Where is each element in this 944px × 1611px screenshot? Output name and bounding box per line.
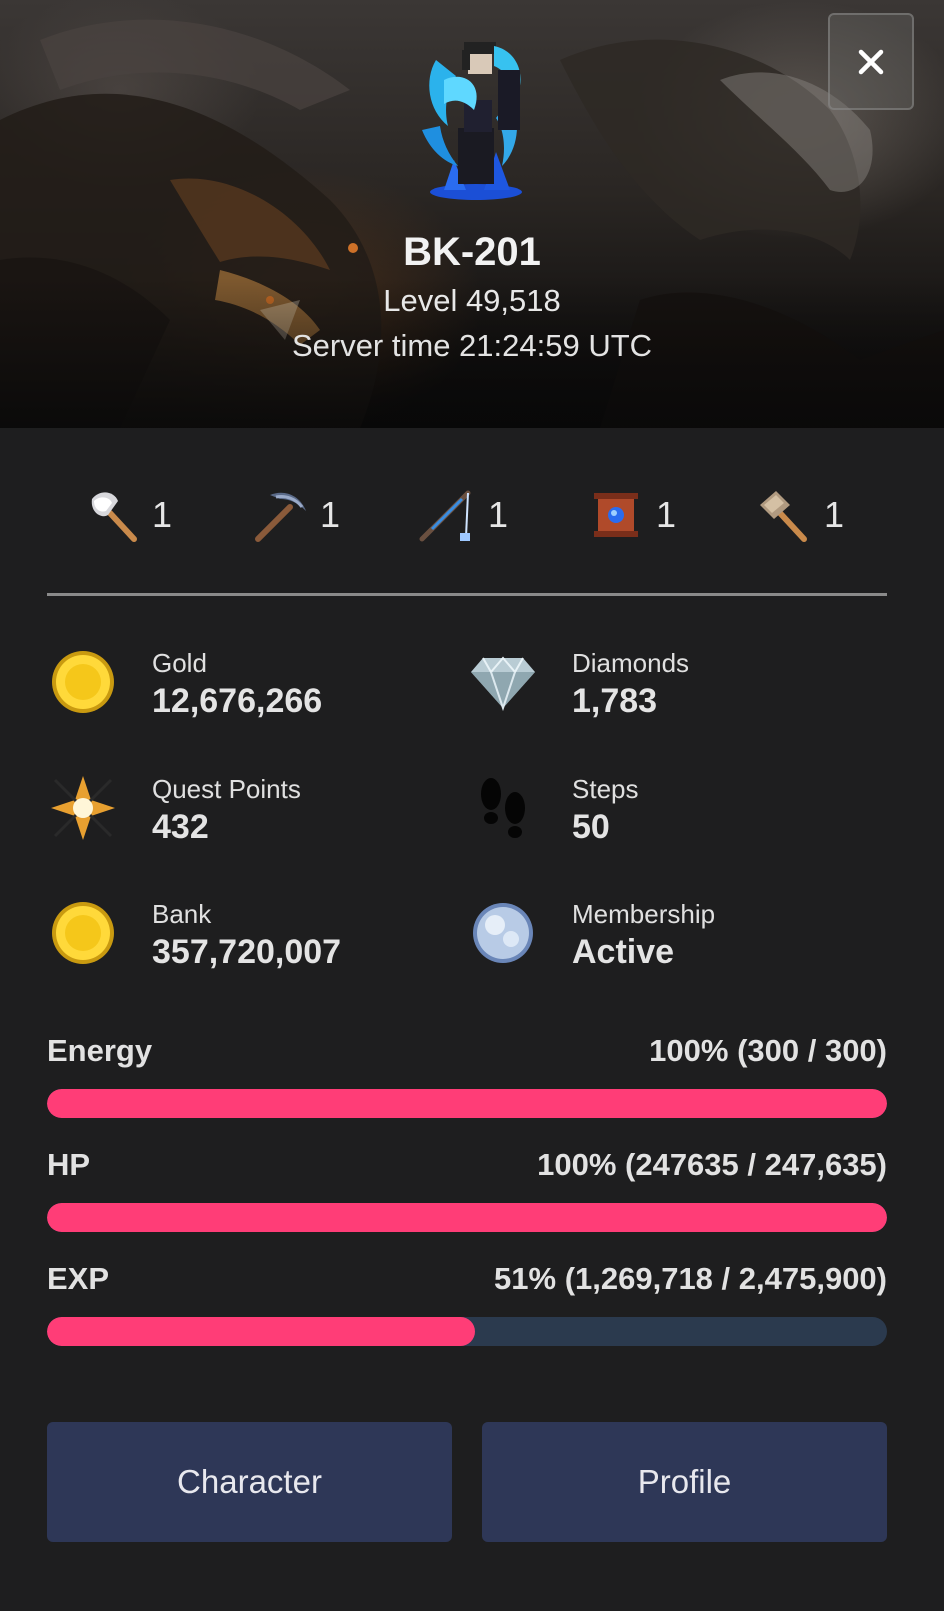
stat-value: 50 [572, 808, 610, 846]
tool-fishing-rod[interactable]: 1 [418, 480, 508, 550]
tool-axe[interactable]: 1 [82, 480, 172, 550]
gold-coin-icon [52, 651, 114, 713]
hammer-icon [760, 491, 807, 542]
character-panel: BK-201 Level 49,518 Server time 21:24:59… [0, 0, 944, 1611]
header-banner: BK-201 Level 49,518 Server time 21:24:59… [0, 0, 944, 428]
character-name: BK-201 [403, 230, 541, 274]
tool-count: 1 [488, 494, 509, 535]
stat-label: Membership [572, 899, 716, 929]
bar-label: HP [47, 1147, 91, 1182]
footprints-icon [481, 778, 525, 838]
tool-count: 1 [656, 494, 677, 535]
stat-value: 432 [152, 808, 209, 846]
stat-label: Bank [152, 899, 212, 929]
fishing-rod-icon [419, 490, 471, 542]
scroll-icon [594, 493, 638, 537]
character-button[interactable]: Character [47, 1422, 452, 1542]
tool-scroll[interactable]: 1 [586, 480, 676, 550]
stat-quest-points: Quest Points 432 [47, 772, 447, 862]
bar-value: 100% (247635 / 247,635) [537, 1147, 887, 1182]
stat-bank: Bank 357,720,007 [47, 897, 447, 987]
energy-bar: Energy 100% (300 / 300) [47, 1033, 887, 1133]
profile-button[interactable]: Profile [482, 1422, 887, 1542]
membership-orb-icon [473, 903, 533, 963]
bar-fill [47, 1089, 887, 1118]
close-icon [858, 49, 884, 74]
bar-track [47, 1203, 887, 1232]
tools-row: 1 1 1 1 1 [47, 480, 887, 550]
stat-label: Quest Points [152, 774, 301, 804]
diamond-icon [471, 656, 535, 712]
tool-count: 1 [320, 494, 341, 535]
hp-bar: HP 100% (247635 / 247,635) [47, 1147, 887, 1247]
bar-track [47, 1089, 887, 1118]
tool-count: 1 [152, 494, 173, 535]
bar-label: EXP [47, 1261, 110, 1296]
stat-value: 1,783 [572, 682, 658, 720]
stat-label: Steps [572, 774, 639, 804]
stat-value: 357,720,007 [152, 933, 342, 971]
close-button[interactable] [828, 13, 914, 110]
character-avatar [422, 42, 522, 200]
stat-diamonds: Diamonds 1,783 [467, 646, 867, 736]
bar-fill [47, 1203, 887, 1232]
divider [47, 593, 887, 596]
pickaxe-icon [255, 492, 306, 542]
stat-membership: Membership Active [467, 897, 867, 987]
bar-track [47, 1317, 887, 1346]
stat-value: 12,676,266 [152, 682, 323, 720]
axe-icon [91, 492, 137, 542]
quest-star-icon [51, 776, 115, 840]
exp-bar: EXP 51% (1,269,718 / 2,475,900) [47, 1261, 887, 1361]
bar-fill [47, 1317, 476, 1346]
bar-value: 51% (1,269,718 / 2,475,900) [494, 1261, 887, 1296]
tool-hammer[interactable]: 1 [754, 480, 844, 550]
character-level: Level 49,518 [383, 283, 561, 318]
bar-value: 100% (300 / 300) [649, 1033, 887, 1068]
tool-count: 1 [824, 494, 845, 535]
bar-label: Energy [47, 1033, 153, 1068]
tool-pickaxe[interactable]: 1 [250, 480, 340, 550]
stat-label: Gold [152, 648, 207, 678]
stat-steps: Steps 50 [467, 772, 867, 862]
bank-coin-icon [52, 902, 114, 964]
stat-value: Active [572, 933, 675, 971]
stat-label: Diamonds [572, 648, 690, 678]
stat-gold: Gold 12,676,266 [47, 646, 447, 736]
server-time: Server time 21:24:59 UTC [291, 328, 653, 363]
